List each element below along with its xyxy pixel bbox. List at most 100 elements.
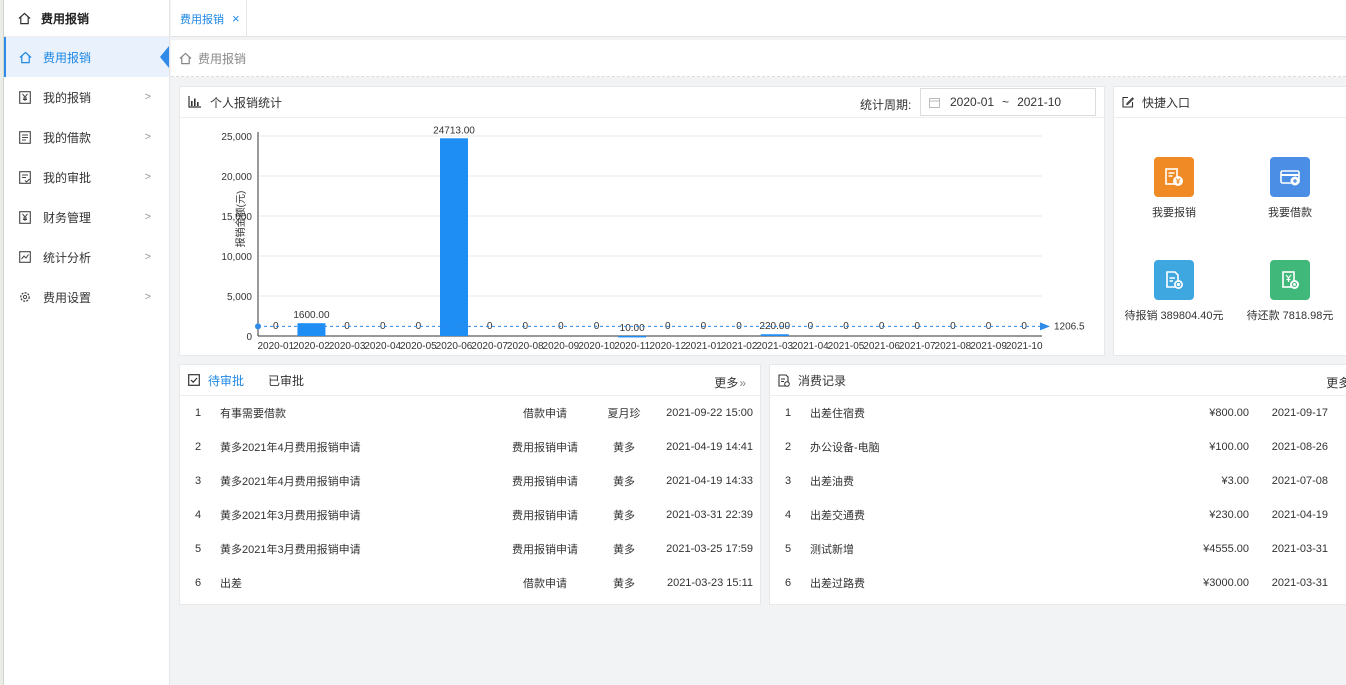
sidebar-header[interactable]: 费用报销 [4, 0, 169, 37]
x-tick-label: 2021-08 [935, 341, 972, 352]
chevron-right-icon: > [144, 291, 151, 303]
sidebar-item-finance[interactable]: 财务管理 > [4, 197, 169, 237]
row-user: 黄多 [613, 476, 635, 488]
table-row[interactable]: 2 办公设备-电脑 ¥100.00 2021-08-26 [770, 430, 1346, 464]
x-tick-label: 2021-10 [1006, 341, 1043, 352]
row-title[interactable]: 出差油费 [810, 473, 854, 489]
x-tick-label: 2021-02 [721, 341, 758, 352]
table-row[interactable]: 4 出差交通费 ¥230.00 2021-04-19 [770, 498, 1346, 532]
row-title[interactable]: 出差住宿费 [810, 405, 865, 421]
table-row[interactable]: 4 黄多2021年3月费用报销申请 费用报销申请 黄多 2021-03-31 22:39 [180, 498, 760, 532]
row-time: 2021-03-23 15:11 [666, 577, 753, 589]
row-date: 2021-09-17 [1271, 407, 1328, 419]
table-row[interactable]: 6 出差 借款申请 黄多 2021-03-23 15:11 [180, 566, 760, 600]
sidebar-item-settings[interactable]: 费用设置 > [4, 277, 169, 317]
x-tick-label: 2020-12 [649, 341, 686, 352]
sidebar-item-label: 费用报销 [43, 50, 92, 65]
y-tick-label: 10,000 [221, 252, 252, 263]
more-label: 更多 [714, 376, 739, 390]
sidebar-item-expense-home[interactable]: 费用报销 [4, 37, 169, 77]
x-tick-label: 2020-07 [471, 341, 508, 352]
sidebar-item-my-approval[interactable]: 我的审批 > [4, 157, 169, 197]
row-title[interactable]: 办公设备-电脑 [810, 439, 880, 455]
quick-loan[interactable]: 我要借款 [1230, 157, 1346, 220]
row-number: 5 [785, 543, 792, 555]
quick-pending-reimburse-label: 待报销 389804.40元 [1124, 310, 1224, 322]
row-number: 1 [785, 407, 792, 419]
quick-entry-panel: 快捷入口 我要报销 我要借款 待报销 389804.40元 待还款 7818.9… [1113, 86, 1346, 356]
approve-doc-icon [18, 170, 32, 184]
home-icon [18, 50, 32, 64]
row-date: 2021-03-31 [1271, 577, 1328, 589]
period-start[interactable]: 2020-01 [950, 95, 994, 109]
row-title[interactable]: 黄多2021年4月费用报销申请 [220, 473, 361, 489]
table-row[interactable]: 5 黄多2021年3月费用报销申请 费用报销申请 黄多 2021-03-25 17:59 [180, 532, 760, 566]
sidebar-item-label: 我的审批 [43, 170, 92, 185]
row-title[interactable]: 出差 [220, 575, 242, 591]
bar [297, 323, 326, 336]
tab-approved[interactable]: 已审批 [268, 372, 304, 389]
approvals-panel: 待审批 已审批 更多» 1 有事需要借款 借款申请 夏月珍 2021-09-22 15:… [179, 364, 761, 605]
row-amount: ¥230.00 [1209, 509, 1249, 521]
row-title[interactable]: 黄多2021年3月费用报销申请 [220, 507, 361, 523]
tab-pending-approval[interactable]: 待审批 [208, 372, 244, 389]
table-row[interactable]: 3 黄多2021年4月费用报销申请 费用报销申请 黄多 2021-04-19 14:33 [180, 464, 760, 498]
table-row[interactable]: 2 黄多2021年4月费用报销申请 费用报销申请 黄多 2021-04-19 14:41 [180, 430, 760, 464]
quick-repay[interactable]: 待还款 7818.98元 [1230, 260, 1346, 323]
row-number: 2 [195, 441, 202, 453]
sidebar-item-my-reimbursement[interactable]: 我的报销 > [4, 77, 169, 117]
breadcrumb-label[interactable]: 费用报销 [198, 50, 246, 67]
data-label: 10.00 [620, 323, 645, 334]
repay-icon [1270, 260, 1310, 300]
stats-panel: 个人报销统计 统计周期: 2020-01 ~ 2021-10 0 5,000 10,… [179, 86, 1105, 356]
y-tick-label: 0 [246, 332, 252, 343]
sidebar-item-label: 统计分析 [43, 250, 92, 265]
approvals-list: 1 有事需要借款 借款申请 夏月珍 2021-09-22 15:00 2 黄多2021年4月… [180, 396, 760, 600]
active-marker [160, 46, 169, 68]
average-line-start-dot [255, 323, 261, 330]
yen-doc-icon [18, 210, 32, 224]
quick-repay-label: 待还款 7818.98元 [1246, 310, 1334, 322]
period-end[interactable]: 2021-10 [1017, 95, 1061, 109]
sidebar-header-label: 费用报销 [41, 11, 90, 26]
tab-label: 费用报销 [180, 13, 224, 26]
close-icon[interactable]: × [232, 11, 240, 26]
x-tick-label: 2020-06 [436, 341, 473, 352]
row-type: 费用报销申请 [512, 442, 578, 454]
sidebar-item-statistics[interactable]: 统计分析 > [4, 237, 169, 277]
quick-pending-reimburse[interactable]: 待报销 389804.40元 [1114, 260, 1234, 323]
tab-expense[interactable]: 费用报销 × [171, 0, 247, 37]
bar [760, 334, 789, 336]
expense-bar-chart: 05,00010,00015,00020,00025,000报销金额(元)020… [221, 125, 1085, 352]
reimburse-icon [1154, 157, 1194, 197]
row-title[interactable]: 黄多2021年3月费用报销申请 [220, 541, 361, 557]
period-range-picker[interactable]: 2020-01 ~ 2021-10 [920, 88, 1096, 116]
row-user: 夏月珍 [607, 408, 641, 420]
table-row[interactable]: 1 有事需要借款 借款申请 夏月珍 2021-09-22 15:00 [180, 396, 760, 430]
quick-reimburse[interactable]: 我要报销 [1114, 157, 1234, 220]
row-title[interactable]: 黄多2021年4月费用报销申请 [220, 439, 361, 455]
row-type: 费用报销申请 [512, 544, 578, 556]
stats-title: 个人报销统计 [210, 95, 283, 110]
table-row[interactable]: 5 测试新增 ¥4555.00 2021-03-31 [770, 532, 1346, 566]
row-title[interactable]: 测试新增 [810, 541, 854, 557]
row-title[interactable]: 出差交通费 [810, 507, 865, 523]
x-tick-label: 2021-09 [970, 341, 1007, 352]
table-row[interactable]: 3 出差油费 ¥3.00 2021-07-08 [770, 464, 1346, 498]
average-line-label: 1206.5 [1054, 321, 1085, 332]
approvals-more-link[interactable]: 更多» [714, 374, 746, 391]
chevron-right-icon: > [144, 91, 151, 103]
row-title[interactable]: 有事需要借款 [220, 405, 286, 421]
row-number: 3 [195, 475, 202, 487]
table-row[interactable]: 1 出差住宿费 ¥800.00 2021-09-17 [770, 396, 1346, 430]
table-row[interactable]: 6 出差过路费 ¥3000.00 2021-03-31 [770, 566, 1346, 600]
sidebar-item-my-loan[interactable]: 我的借款 > [4, 117, 169, 157]
approvals-header: 待审批 已审批 更多» [180, 365, 760, 396]
x-tick-label: 2021-07 [899, 341, 936, 352]
sidebar-item-label: 费用设置 [43, 290, 92, 305]
row-type: 借款申请 [523, 408, 567, 420]
consumption-more-link[interactable]: 更多» [1326, 374, 1346, 391]
row-title[interactable]: 出差过路费 [810, 575, 865, 591]
chevron-right-icon: > [144, 131, 151, 143]
sidebar-item-label: 财务管理 [43, 210, 92, 225]
